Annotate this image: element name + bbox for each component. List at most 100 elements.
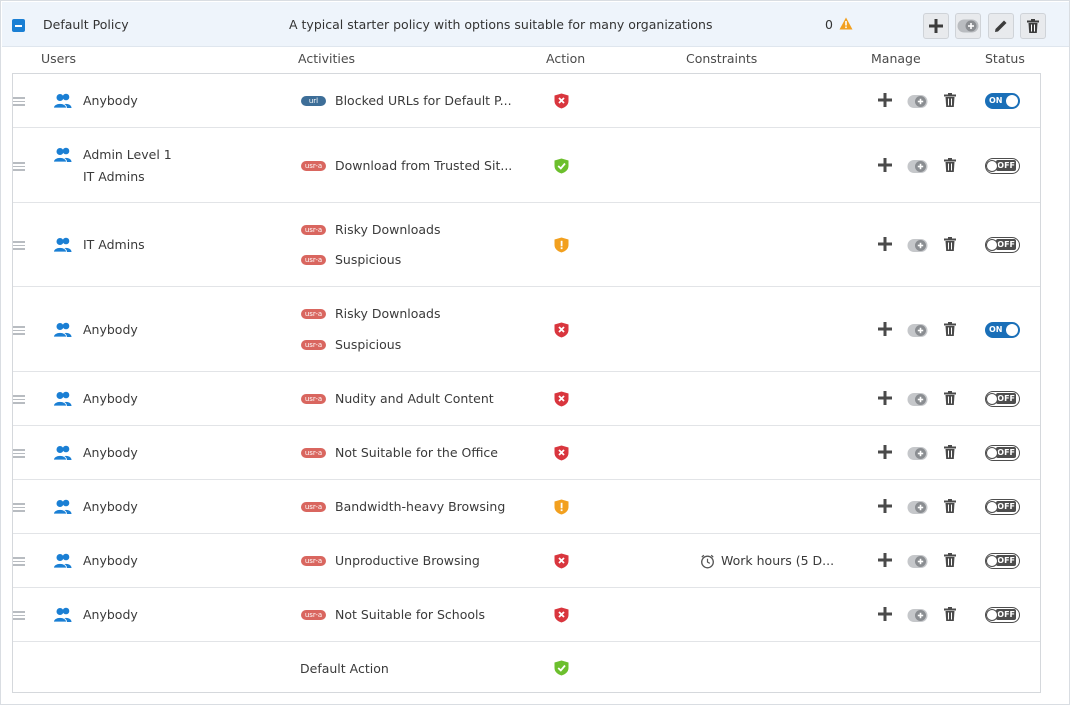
activity-name[interactable]: Risky Downloads	[335, 306, 440, 321]
add-rule-plus-icon[interactable]	[878, 322, 892, 336]
status-toggle[interactable]: OFF	[985, 158, 1020, 174]
trash-icon	[1027, 19, 1039, 33]
delete-rule-trash-icon[interactable]	[944, 391, 956, 405]
add-rule-plus-icon[interactable]	[878, 391, 892, 405]
user-name: Anybody	[83, 445, 138, 460]
table-row: Anybody usr-a Nudity and Adult Content OFF	[13, 372, 1040, 426]
drag-handle-icon[interactable]	[13, 503, 25, 512]
status-toggle[interactable]: OFF	[985, 445, 1020, 461]
status-toggle-label: OFF	[996, 160, 1016, 171]
toggle-insert-icon[interactable]	[907, 554, 928, 569]
drag-handle-icon[interactable]	[13, 449, 25, 458]
drag-handle-icon[interactable]	[13, 97, 25, 106]
column-header-users: Users	[41, 51, 77, 66]
status-toggle-label: OFF	[996, 393, 1016, 404]
status-toggle-knob	[986, 446, 998, 459]
users-group-icon	[53, 553, 73, 569]
activity-type-badge: url	[301, 96, 326, 106]
activity-name[interactable]: Suspicious	[335, 337, 401, 352]
activity-type-badge: usr-a	[301, 610, 326, 620]
toggle-insert-icon[interactable]	[907, 323, 928, 338]
user-name: Anybody	[83, 499, 138, 514]
delete-rule-trash-icon[interactable]	[944, 322, 956, 336]
activity-name[interactable]: Download from Trusted Sit...	[335, 158, 512, 173]
status-toggle-knob	[986, 392, 998, 405]
status-toggle[interactable]: ON	[985, 93, 1020, 109]
table-row: Anybody usr-a Not Suitable for the Office O…	[13, 426, 1040, 480]
constraint-label[interactable]: Work hours (5 D...	[721, 553, 834, 568]
drag-handle-icon[interactable]	[13, 611, 25, 620]
table-row: Anybody usr-a Risky Downloads usr-a Suspicio…	[13, 287, 1040, 372]
delete-policy-button[interactable]	[1020, 13, 1046, 39]
toggle-insert-icon[interactable]	[907, 500, 928, 515]
delete-rule-trash-icon[interactable]	[944, 553, 956, 567]
add-rule-plus-icon[interactable]	[878, 553, 892, 567]
table-row: Anybody url Blocked URLs for Default P... O…	[13, 74, 1040, 128]
drag-handle-icon[interactable]	[13, 162, 25, 171]
activity-name[interactable]: Risky Downloads	[335, 222, 440, 237]
drag-handle-icon[interactable]	[13, 241, 25, 250]
toggle-policy-button[interactable]	[955, 13, 981, 39]
activity-name[interactable]: Blocked URLs for Default P...	[335, 93, 512, 108]
status-toggle-label: OFF	[996, 609, 1016, 620]
column-header-status: Status	[985, 51, 1025, 66]
drag-handle-icon[interactable]	[13, 395, 25, 404]
toggle-icon	[957, 19, 979, 33]
status-toggle[interactable]: OFF	[985, 553, 1020, 569]
status-toggle[interactable]: OFF	[985, 607, 1020, 623]
column-header-action: Action	[546, 51, 586, 66]
toggle-insert-icon[interactable]	[907, 392, 928, 407]
toggle-insert-icon[interactable]	[907, 94, 928, 109]
toggle-insert-icon[interactable]	[907, 608, 928, 623]
delete-rule-trash-icon[interactable]	[944, 237, 956, 251]
status-toggle-label: OFF	[996, 239, 1016, 250]
delete-rule-trash-icon[interactable]	[944, 607, 956, 621]
activity-name[interactable]: Unproductive Browsing	[335, 553, 480, 568]
add-rule-plus-icon[interactable]	[878, 445, 892, 459]
toggle-insert-icon[interactable]	[907, 446, 928, 461]
activity-name[interactable]: Not Suitable for the Office	[335, 445, 498, 460]
toggle-insert-icon[interactable]	[907, 159, 928, 174]
activity-type-badge: usr-a	[301, 448, 326, 458]
activity-type-badge: usr-a	[301, 309, 326, 319]
table-row: Anybody usr-a Bandwidth-heavy Browsing OFF	[13, 480, 1040, 534]
users-group-icon	[53, 499, 73, 515]
activity-name[interactable]: Suspicious	[335, 252, 401, 267]
add-rule-button[interactable]	[923, 13, 949, 39]
delete-rule-trash-icon[interactable]	[944, 445, 956, 459]
status-toggle[interactable]: ON	[985, 322, 1020, 338]
default-action-row: Default Action	[13, 642, 1040, 692]
add-rule-plus-icon[interactable]	[878, 237, 892, 251]
toggle-insert-icon[interactable]	[907, 238, 928, 253]
edit-policy-button[interactable]	[988, 13, 1014, 39]
status-toggle[interactable]: OFF	[985, 237, 1020, 253]
user-name: Anybody	[83, 607, 138, 622]
activity-type-badge: usr-a	[301, 502, 326, 512]
delete-rule-trash-icon[interactable]	[944, 93, 956, 107]
status-toggle-knob	[1006, 95, 1018, 107]
delete-rule-trash-icon[interactable]	[944, 158, 956, 172]
add-rule-plus-icon[interactable]	[878, 93, 892, 107]
warning-count: 0	[825, 17, 833, 32]
users-group-icon	[53, 147, 73, 163]
table-row: Anybody usr-a Unproductive Browsing Work ho…	[13, 534, 1040, 588]
add-rule-plus-icon[interactable]	[878, 158, 892, 172]
table-row: IT Admins usr-a Risky Downloads usr-a Suspic…	[13, 203, 1040, 287]
table-row: Anybody usr-a Not Suitable for Schools OFF	[13, 588, 1040, 642]
status-toggle[interactable]: OFF	[985, 391, 1020, 407]
drag-handle-icon[interactable]	[13, 557, 25, 566]
activity-name[interactable]: Bandwidth-heavy Browsing	[335, 499, 505, 514]
policy-name: Default Policy	[43, 17, 129, 32]
status-toggle[interactable]: OFF	[985, 499, 1020, 515]
activity-name[interactable]: Not Suitable for Schools	[335, 607, 485, 622]
add-rule-plus-icon[interactable]	[878, 499, 892, 513]
activity-name[interactable]: Nudity and Adult Content	[335, 391, 494, 406]
users-group-icon	[53, 445, 73, 461]
drag-handle-icon[interactable]	[13, 326, 25, 335]
collapse-toggle-button[interactable]	[12, 19, 25, 32]
block-shield-icon	[554, 445, 569, 461]
allow-shield-icon	[554, 158, 569, 174]
add-rule-plus-icon[interactable]	[878, 607, 892, 621]
delete-rule-trash-icon[interactable]	[944, 499, 956, 513]
table-row: Admin Level 1 IT Admins usr-a Download from…	[13, 128, 1040, 203]
